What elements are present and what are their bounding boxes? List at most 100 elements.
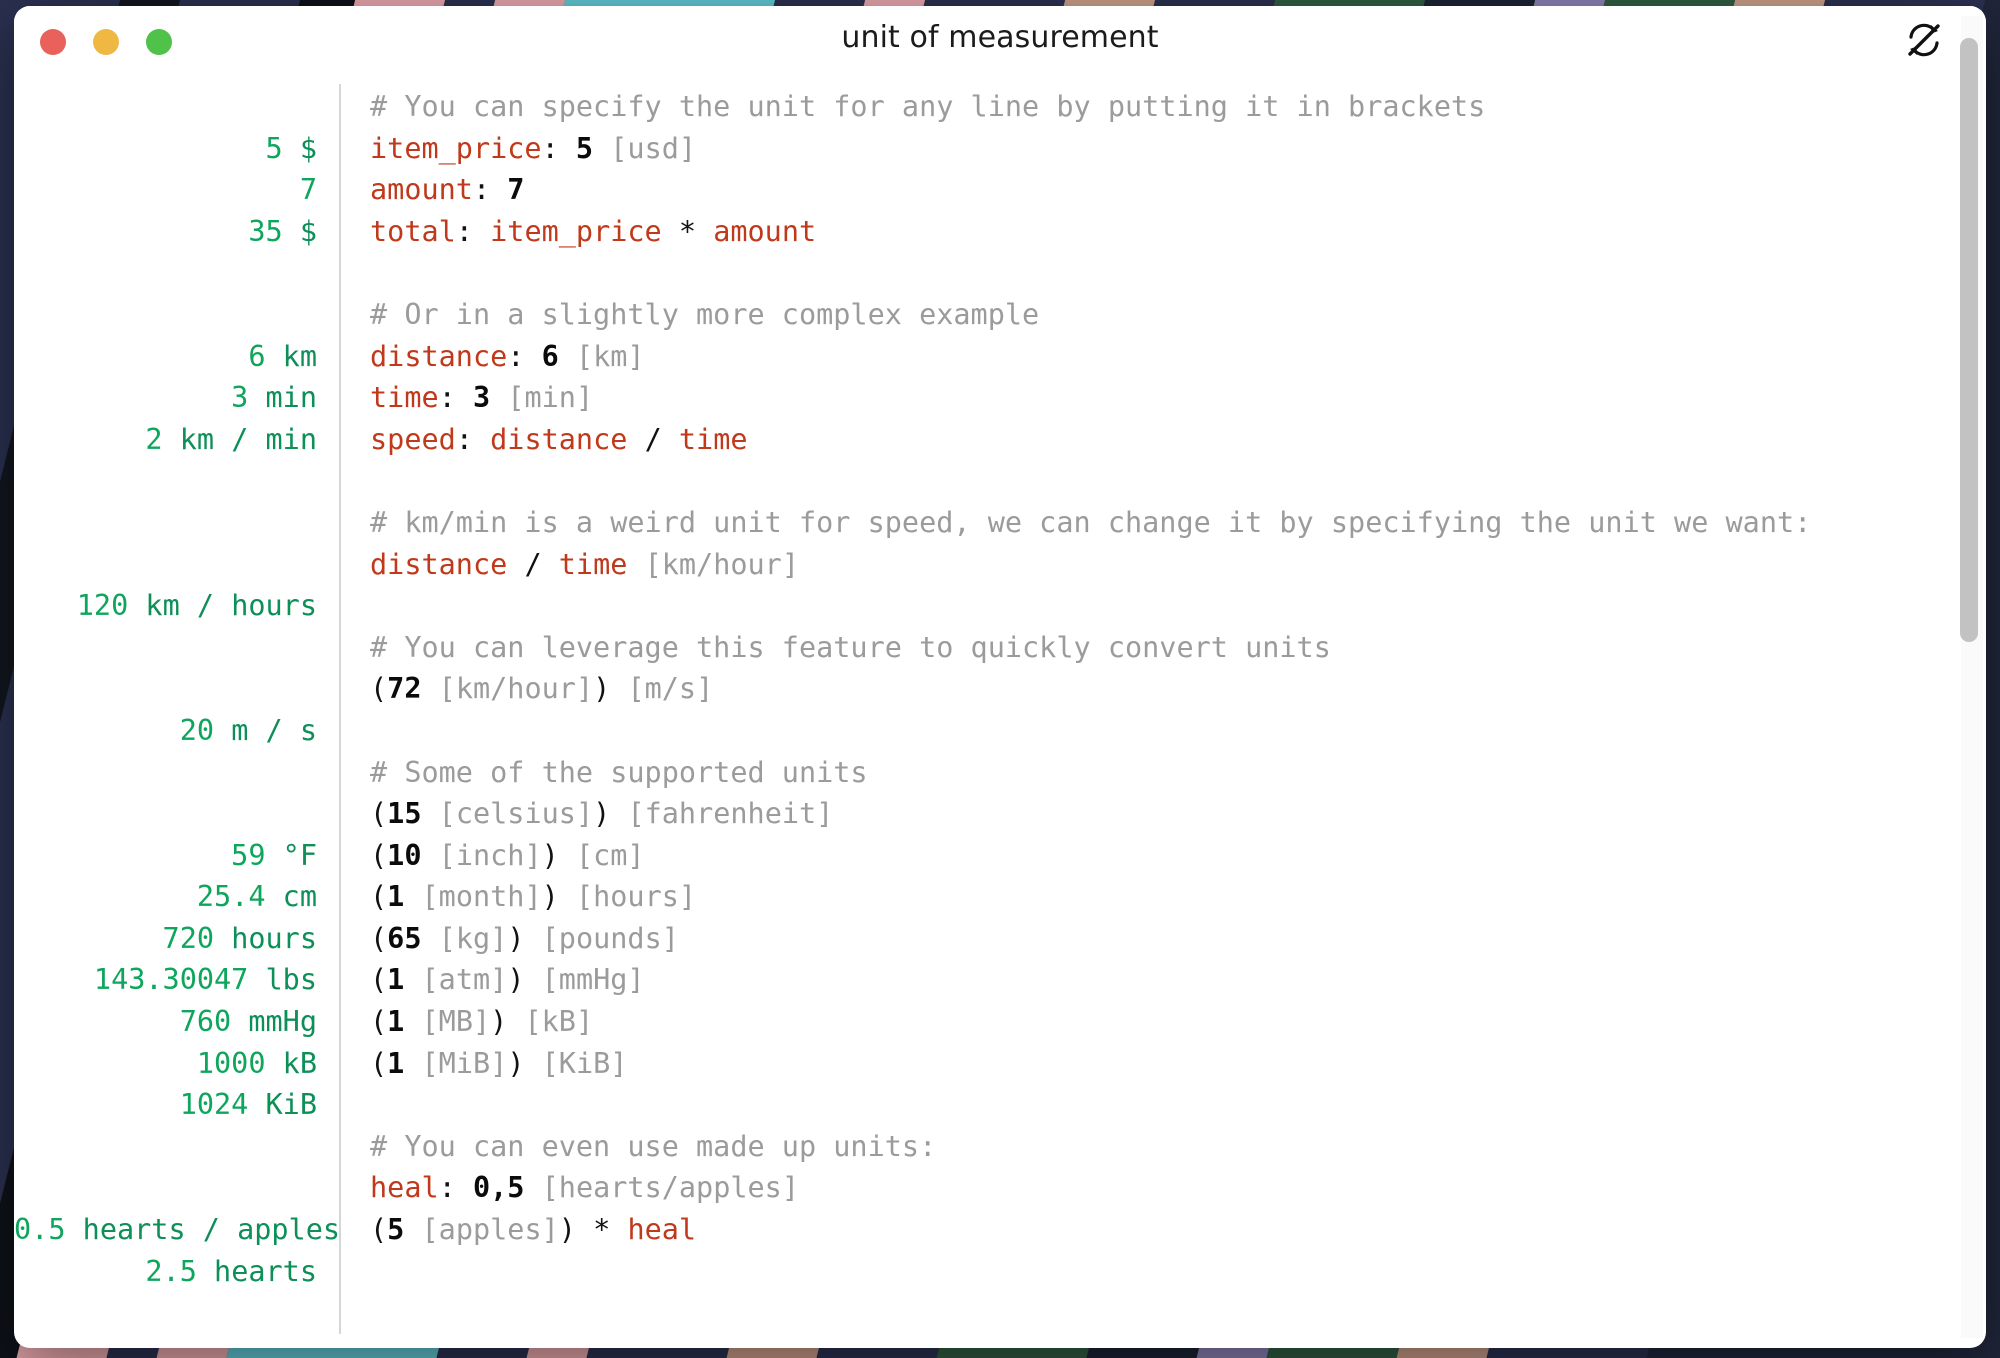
code-unit: [km/hour] xyxy=(644,547,800,581)
code-line[interactable]: (10 [inch]) [cm] xyxy=(370,835,1956,877)
code-identifier: item_price xyxy=(490,214,662,248)
code-operator xyxy=(627,548,644,581)
result-unit: hearts xyxy=(214,1254,317,1288)
code-operator: ( xyxy=(370,1005,388,1039)
code-unit: [cm] xyxy=(575,838,645,872)
result-value: 120 xyxy=(76,589,129,623)
code-line-empty[interactable] xyxy=(370,252,1956,294)
code-operator: ( xyxy=(370,1213,388,1247)
code-identifier: time xyxy=(678,422,748,456)
code-line-empty[interactable] xyxy=(370,1084,1956,1126)
code-line[interactable]: # km/min is a weird unit for speed, we c… xyxy=(370,502,1956,544)
result-unit: $ xyxy=(299,214,317,248)
code-number: 15 xyxy=(387,797,422,831)
code-line[interactable]: (15 [celsius]) [fahrenheit] xyxy=(370,793,1956,835)
code-operator xyxy=(559,340,576,373)
code-unit: [usd] xyxy=(610,131,697,165)
code-line-empty[interactable] xyxy=(370,710,1956,752)
code-line-empty[interactable] xyxy=(370,460,1956,502)
code-operator: ) xyxy=(507,1046,542,1080)
code-line[interactable]: # You can even use made up units: xyxy=(370,1126,1956,1168)
code-line[interactable]: heal: 0,5 [hearts/apples] xyxy=(370,1167,1956,1209)
result-unit: hours xyxy=(231,921,317,955)
result-value: 20 xyxy=(179,713,215,747)
code-identifier: heal xyxy=(370,1171,439,1205)
result-unit: °F xyxy=(282,838,317,872)
code-line[interactable]: (1 [atm]) [mmHg] xyxy=(370,959,1956,1001)
result-value: 59 xyxy=(231,838,266,872)
code-line[interactable]: amount: 7 xyxy=(370,169,1956,211)
code-line[interactable]: distance / time [km/hour] xyxy=(370,544,1956,586)
code-line[interactable]: (65 [kg]) [pounds] xyxy=(370,918,1956,960)
code-unit: [km/hour] xyxy=(438,672,594,706)
vertical-scrollbar-thumb[interactable] xyxy=(1960,38,1978,642)
result-value: 1000 xyxy=(196,1046,266,1080)
code-number: 1 xyxy=(387,1046,405,1080)
code-line[interactable]: speed: distance / time xyxy=(370,419,1956,461)
code-operator xyxy=(524,1171,541,1204)
result-line: 1024 KiB xyxy=(14,1084,317,1126)
code-unit: [fahrenheit] xyxy=(627,797,834,831)
vertical-scrollbar-track[interactable] xyxy=(1960,16,1983,1338)
result-unit: KiB xyxy=(265,1088,317,1122)
code-line[interactable]: # Or in a slightly more complex example xyxy=(370,294,1956,336)
code-number: 1 xyxy=(387,1005,405,1039)
code-operator: / xyxy=(507,547,559,581)
code-line[interactable]: (5 [apples]) * heal xyxy=(370,1209,1956,1251)
result-value: 6 xyxy=(248,339,266,373)
code-line[interactable]: item_price: 5 [usd] xyxy=(370,128,1956,170)
result-line: 6 km xyxy=(14,336,317,378)
code-operator: / xyxy=(627,422,679,456)
code-operator: : xyxy=(541,131,576,165)
code-line[interactable]: total: item_price * amount xyxy=(370,211,1956,253)
result-line-empty xyxy=(14,502,317,544)
result-line: 143.30047 lbs xyxy=(14,959,317,1001)
code-line[interactable]: distance: 6 [km] xyxy=(370,336,1956,378)
code-operator: ) xyxy=(490,1005,525,1039)
code-unit: [pounds] xyxy=(541,921,679,955)
result-line-empty xyxy=(14,252,317,294)
result-line: 2.5 hearts xyxy=(14,1251,317,1293)
code-unit: [KiB] xyxy=(541,1046,628,1080)
code-line[interactable]: # You can specify the unit for any line … xyxy=(370,86,1956,128)
results-gutter: 5 $7 35 $ 6 km 3 min 2 km / min 120 km / ho… xyxy=(14,72,340,1293)
code-line[interactable]: (1 [MiB]) [KiB] xyxy=(370,1043,1956,1085)
result-unit: kB xyxy=(282,1046,317,1080)
code-unit: [month] xyxy=(421,880,542,914)
result-value: 0.5 xyxy=(14,1213,66,1247)
sync-off-icon[interactable] xyxy=(1904,20,1944,60)
code-number: 1 xyxy=(387,963,405,997)
code-operator: ) xyxy=(541,838,576,872)
result-line-empty xyxy=(14,627,317,669)
result-value: 760 xyxy=(179,1005,232,1039)
result-unit: min xyxy=(265,381,317,415)
code-number: 5 xyxy=(575,131,594,165)
code-operator: * xyxy=(661,214,714,248)
code-line[interactable]: (72 [km/hour]) [m/s] xyxy=(370,668,1956,710)
result-line: 760 mmHg xyxy=(14,1001,317,1043)
window-titlebar[interactable]: unit of measurement xyxy=(14,6,1986,72)
result-value: 720 xyxy=(162,921,215,955)
code-area[interactable]: # You can specify the unit for any line … xyxy=(341,72,1986,1251)
result-unit: $ xyxy=(299,131,317,165)
code-unit: [atm] xyxy=(421,963,508,997)
code-unit: [hours] xyxy=(575,880,697,914)
code-line[interactable]: (1 [month]) [hours] xyxy=(370,876,1956,918)
code-operator xyxy=(404,880,421,913)
code-line[interactable]: # You can leverage this feature to quick… xyxy=(370,627,1956,669)
code-operator xyxy=(422,922,439,955)
code-unit: [min] xyxy=(507,381,594,415)
code-line[interactable]: (1 [MB]) [kB] xyxy=(370,1001,1956,1043)
code-number: 7 xyxy=(507,173,525,207)
code-line[interactable]: # Some of the supported units xyxy=(370,752,1956,794)
code-identifier: amount xyxy=(713,214,817,248)
code-line[interactable]: time: 3 [min] xyxy=(370,377,1956,419)
code-line-empty[interactable] xyxy=(370,585,1956,627)
result-line-empty xyxy=(14,1167,317,1209)
code-operator: : xyxy=(472,173,508,207)
code-number: 72 xyxy=(387,672,422,706)
result-line: 3 min xyxy=(14,377,317,419)
code-identifier: speed xyxy=(370,422,456,456)
result-value: 2 xyxy=(145,422,163,456)
code-operator: ) xyxy=(593,672,628,706)
